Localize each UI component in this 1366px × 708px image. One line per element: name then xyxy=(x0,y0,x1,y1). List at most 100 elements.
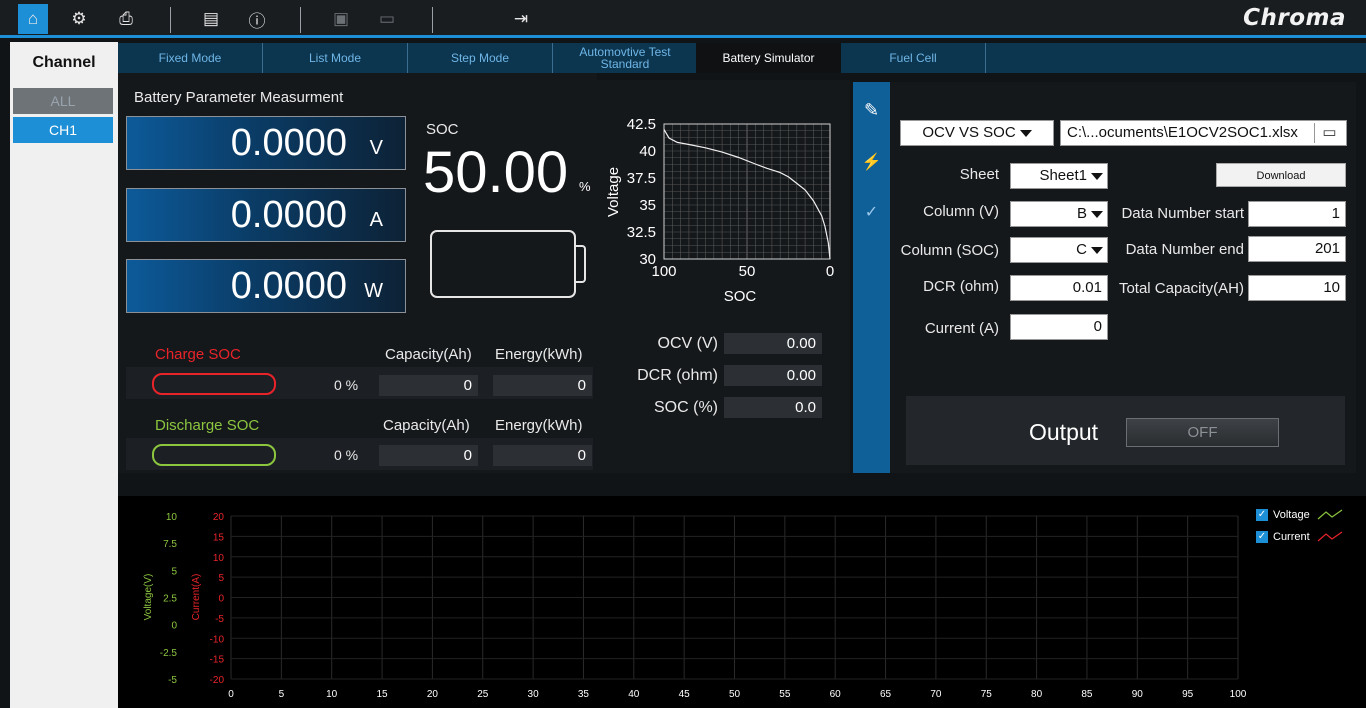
current-tick-label: 5 xyxy=(218,573,224,584)
edit-curve-icon[interactable]: ✎ xyxy=(853,100,890,121)
voltage-tick-label: 10 xyxy=(166,512,178,523)
legend-current-swatch xyxy=(1317,531,1343,542)
power-unit: W xyxy=(364,280,383,302)
current-label: Current (A) xyxy=(924,320,999,337)
open-file-icon[interactable]: ▭ xyxy=(1314,123,1344,143)
data-end-field[interactable]: 201 xyxy=(1248,236,1346,262)
checkbox-icon[interactable]: ✓ xyxy=(1256,531,1268,543)
trend-x-tick-label: 30 xyxy=(528,689,540,700)
sheet-select-value: Sheet1 xyxy=(1039,167,1087,184)
tab-step-mode[interactable]: Step Mode xyxy=(408,43,553,73)
column-soc-value: C xyxy=(1076,241,1087,258)
column-soc-select[interactable]: C xyxy=(1010,237,1108,263)
soc-readout-label: SOC (%) xyxy=(654,399,718,416)
power-value: 0.0000 xyxy=(230,265,347,307)
ocv-x-tick-label: 100 xyxy=(651,263,676,280)
discharge-energy-header: Energy(kWh) xyxy=(495,417,583,434)
tab-automotive-test-standard[interactable]: Automovtive Test Standard xyxy=(553,43,698,73)
mode-select[interactable]: OCV VS SOC xyxy=(900,120,1054,146)
total-capacity-field[interactable]: 10 xyxy=(1248,275,1346,301)
trend-x-tick-label: 40 xyxy=(628,689,640,700)
tab-list-mode[interactable]: List Mode xyxy=(263,43,408,73)
mode-select-value: OCV VS SOC xyxy=(922,124,1016,141)
print-icon[interactable]: ⎙ xyxy=(111,4,141,34)
download-button[interactable]: Download xyxy=(1216,163,1346,187)
column-v-value: B xyxy=(1076,205,1087,222)
trend-x-tick-label: 80 xyxy=(1031,689,1043,700)
sheet-select[interactable]: Sheet1 xyxy=(1010,163,1108,189)
charge-soc-percent: 0 % xyxy=(334,377,359,393)
tab-fixed-mode[interactable]: Fixed Mode xyxy=(118,43,263,73)
charge-soc-label: Charge SOC xyxy=(155,346,241,363)
config-icon[interactable]: ▤ xyxy=(196,4,226,34)
ocv-y-tick-label: 37.5 xyxy=(627,170,656,187)
measurement-title: Battery Parameter Measurment xyxy=(134,89,344,106)
column-v-select[interactable]: B xyxy=(1010,201,1108,227)
current-unit: A xyxy=(369,209,383,231)
charge-soc-bar xyxy=(152,373,276,395)
open-folder-icon[interactable]: ▭ xyxy=(372,4,402,34)
trend-x-tick-label: 75 xyxy=(981,689,993,700)
legend-voltage[interactable]: ✓ Voltage xyxy=(1256,509,1344,521)
channel-item-ch1[interactable]: CH1 xyxy=(13,117,113,143)
dcr-readout-value: 0.00 xyxy=(724,365,822,386)
current-tick-label: 10 xyxy=(213,553,225,564)
trend-x-tick-label: 35 xyxy=(578,689,590,700)
ocv-readout-label: OCV (V) xyxy=(657,335,718,352)
save-icon[interactable]: ▣ xyxy=(326,4,356,34)
exit-icon[interactable]: ⇥ xyxy=(506,4,536,34)
trend-x-tick-label: 45 xyxy=(679,689,691,700)
check-circle-icon[interactable]: ✓ xyxy=(853,202,890,222)
battery-charge-icon[interactable]: ⚡ xyxy=(853,152,890,172)
trend-chart-panel: 10 7.5 5 2.5 0 -2.5 -5 20 15 10 5 0 -5 -10 -15 -20 051… xyxy=(118,496,1366,708)
trend-x-tick-label: 95 xyxy=(1182,689,1194,700)
trend-x-tick-label: 10 xyxy=(326,689,338,700)
power-meter: 0.0000 W xyxy=(126,259,406,313)
voltage-tick-label: -5 xyxy=(168,675,177,686)
file-path-field[interactable]: C:\...ocuments\E1OCV2SOC1.xlsx xyxy=(1060,120,1347,146)
current-tick-label: -10 xyxy=(210,634,225,645)
trend-x-tick-label: 85 xyxy=(1081,689,1093,700)
dcr-field[interactable]: 0.01 xyxy=(1010,275,1108,301)
charge-capacity-header: Capacity(Ah) xyxy=(385,346,472,363)
legend-voltage-swatch xyxy=(1317,509,1343,520)
tab-battery-simulator[interactable]: Battery Simulator xyxy=(696,43,841,73)
ocv-xlabel: SOC xyxy=(724,288,757,305)
side-icon-strip: ✎ ⚡ ✓ xyxy=(853,82,890,473)
info-icon[interactable]: ⓘ xyxy=(242,4,272,34)
brand-logo: Chroma xyxy=(1243,5,1346,31)
current-tick-label: -15 xyxy=(210,655,225,666)
home-icon[interactable]: ⌂ xyxy=(18,4,48,34)
battery-icon xyxy=(430,230,576,298)
charge-energy-header: Energy(kWh) xyxy=(495,346,583,363)
voltage-tick-label: -2.5 xyxy=(160,648,178,659)
trend-x-tick-label: 60 xyxy=(830,689,842,700)
tab-fuel-cell[interactable]: Fuel Cell xyxy=(841,43,986,73)
config-panel: OCV VS SOC C:\...ocuments\E1OCV2SOC1.xls… xyxy=(890,82,1356,473)
checkbox-icon[interactable]: ✓ xyxy=(1256,509,1268,521)
data-start-field[interactable]: 1 xyxy=(1248,201,1346,227)
trend-x-tick-label: 20 xyxy=(427,689,439,700)
column-soc-label: Column (SOC) xyxy=(900,242,999,259)
output-toggle[interactable]: OFF xyxy=(1126,418,1279,447)
output-label: Output xyxy=(1029,419,1099,445)
current-axis-label: Current(A) xyxy=(191,574,202,621)
soc-label: SOC xyxy=(426,121,459,138)
discharge-capacity-header: Capacity(Ah) xyxy=(383,417,470,434)
voltage-meter: 0.0000 V xyxy=(126,116,406,170)
total-capacity-label: Total Capacity(AH) xyxy=(1118,280,1244,297)
data-start-label: Data Number start xyxy=(1121,205,1244,222)
ocv-chart: 42.54037.53532.530 100 50 0 Voltage SOC xyxy=(605,116,834,305)
voltage-tick-label: 7.5 xyxy=(163,539,177,550)
output-box: Output OFF xyxy=(906,396,1345,465)
settings-icon[interactable]: ⚙ xyxy=(64,4,94,34)
trend-x-tick-label: 55 xyxy=(779,689,791,700)
channel-item-all[interactable]: ALL xyxy=(13,88,113,114)
legend-current[interactable]: ✓ Current xyxy=(1256,531,1344,543)
trend-x-tick-label: 90 xyxy=(1132,689,1144,700)
trend-x-tick-label: 100 xyxy=(1230,689,1247,700)
legend-current-label: Current xyxy=(1273,531,1310,543)
ocv-ylabel: Voltage xyxy=(605,167,622,217)
current-field[interactable]: 0 xyxy=(1010,314,1108,340)
legend-voltage-label: Voltage xyxy=(1273,509,1310,521)
